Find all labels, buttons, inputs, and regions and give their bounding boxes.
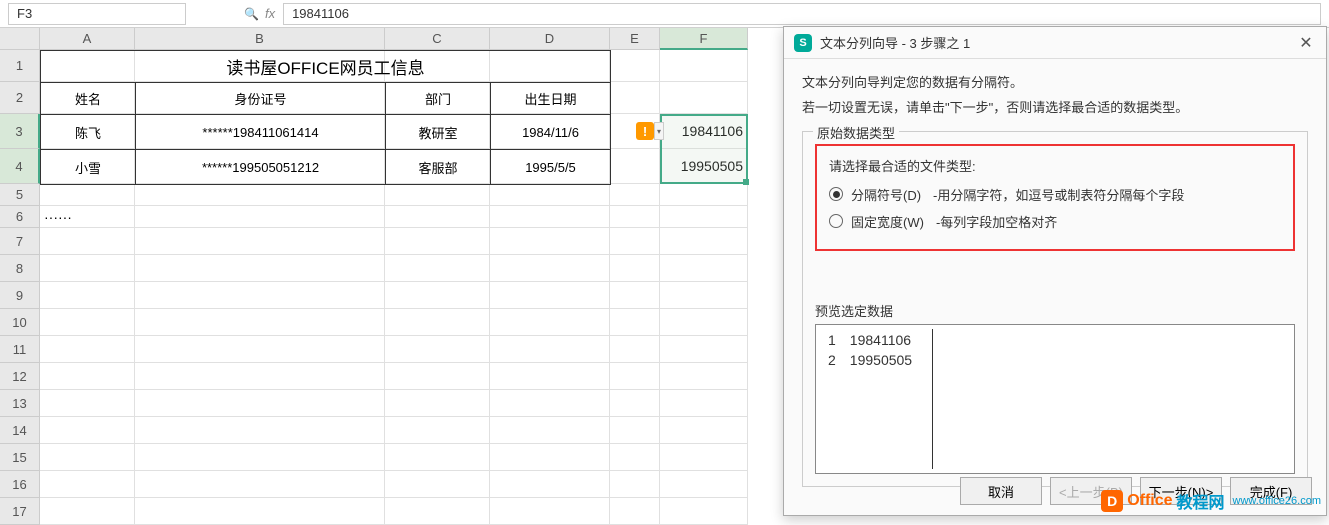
row-header-15[interactable]: 15 (0, 444, 40, 471)
selection-marquee (660, 114, 748, 184)
col-header-D[interactable]: D (490, 28, 610, 50)
file-type-prompt: 请选择最合适的文件类型: (829, 156, 1281, 175)
row-header-5[interactable]: 5 (0, 184, 40, 206)
table-header: 部门 (386, 83, 491, 115)
row-header-13[interactable]: 13 (0, 390, 40, 417)
original-data-type-fieldset: 原始数据类型 请选择最合适的文件类型: 分隔符号(D) -用分隔字符，如逗号或制… (802, 131, 1308, 487)
table-cell[interactable]: 小雪 (41, 150, 136, 185)
preview-separator (932, 329, 933, 469)
row-header-2[interactable]: 2 (0, 82, 40, 114)
preview-row-val: 19950505 (844, 351, 918, 369)
fieldset-legend: 原始数据类型 (813, 123, 899, 142)
row-header-9[interactable]: 9 (0, 282, 40, 309)
table-cell[interactable]: 1995/5/5 (491, 150, 611, 185)
radio-delimited[interactable]: 分隔符号(D) -用分隔字符，如逗号或制表符分隔每个字段 (829, 185, 1281, 204)
row-header-6[interactable]: 6 (0, 206, 40, 228)
close-icon[interactable]: ✕ (1296, 33, 1316, 53)
text-to-columns-dialog: S 文本分列向导 - 3 步骤之 1 ✕ 文本分列向导判定您的数据有分隔符。 若… (783, 26, 1327, 516)
row-header-7[interactable]: 7 (0, 228, 40, 255)
table-header: 出生日期 (491, 83, 611, 115)
office-icon: D (1101, 490, 1123, 512)
formula-input[interactable] (283, 3, 1321, 25)
row-header-4[interactable]: 4 (0, 149, 40, 184)
preview-row-num: 1 (822, 331, 842, 349)
table-cell[interactable]: 陈飞 (41, 115, 136, 150)
table-title: 读书屋OFFICE网员工信息 (41, 51, 611, 83)
table-cell[interactable]: ******198411061414 (136, 115, 386, 150)
col-header-C[interactable]: C (385, 28, 490, 50)
row-header-16[interactable]: 16 (0, 471, 40, 498)
preview-label: 预览选定数据 (815, 301, 1295, 320)
row-header-3[interactable]: 3 (0, 114, 40, 149)
col-header-F[interactable]: F (660, 28, 748, 50)
preview-row-num: 2 (822, 351, 842, 369)
row-header-8[interactable]: 8 (0, 255, 40, 282)
watermark: D Office教程网 www.office26.com (1101, 489, 1321, 513)
dialog-titlebar[interactable]: S 文本分列向导 - 3 步骤之 1 ✕ (784, 27, 1326, 59)
row-header-1[interactable]: 1 (0, 50, 40, 82)
name-box[interactable] (8, 3, 186, 25)
dialog-title: 文本分列向导 - 3 步骤之 1 (820, 33, 1296, 52)
row-header-17[interactable]: 17 (0, 498, 40, 525)
preview-row-val: 19841106 (844, 331, 918, 349)
error-dropdown[interactable]: ▾ (654, 122, 664, 140)
table-cell[interactable]: ******199505051212 (136, 150, 386, 185)
row-header-11[interactable]: 11 (0, 336, 40, 363)
cell-A6[interactable]: ······ (40, 206, 135, 228)
row-header-14[interactable]: 14 (0, 417, 40, 444)
row-header-12[interactable]: 12 (0, 363, 40, 390)
cancel-button[interactable]: 取消 (960, 477, 1042, 505)
formula-bar: 🔍 fx (0, 0, 1329, 28)
radio-fixed-width[interactable]: 固定宽度(W) -每列字段加空格对齐 (829, 212, 1281, 231)
search-icon[interactable]: 🔍 (244, 7, 259, 21)
dialog-text: 文本分列向导判定您的数据有分隔符。 (802, 73, 1308, 94)
preview-box: 119841106 219950505 (815, 324, 1295, 474)
app-icon: S (794, 34, 812, 52)
select-all-corner[interactable] (0, 28, 40, 50)
table-cell[interactable]: 客服部 (386, 150, 491, 185)
fill-handle[interactable] (743, 179, 749, 185)
row-header-10[interactable]: 10 (0, 309, 40, 336)
radio-icon[interactable] (829, 187, 843, 201)
table-header: 身份证号 (136, 83, 386, 115)
table-header: 姓名 (41, 83, 136, 115)
table-cell[interactable]: 教研室 (386, 115, 491, 150)
col-header-E[interactable]: E (610, 28, 660, 50)
table-cell[interactable]: 1984/11/6 (491, 115, 611, 150)
col-header-B[interactable]: B (135, 28, 385, 50)
fx-label[interactable]: fx (265, 6, 275, 21)
col-header-A[interactable]: A (40, 28, 135, 50)
radio-icon[interactable] (829, 214, 843, 228)
error-indicator-icon[interactable]: ! (636, 122, 654, 140)
dialog-text: 若一切设置无误，请单击"下一步"，否则请选择最合适的数据类型。 (802, 98, 1308, 119)
